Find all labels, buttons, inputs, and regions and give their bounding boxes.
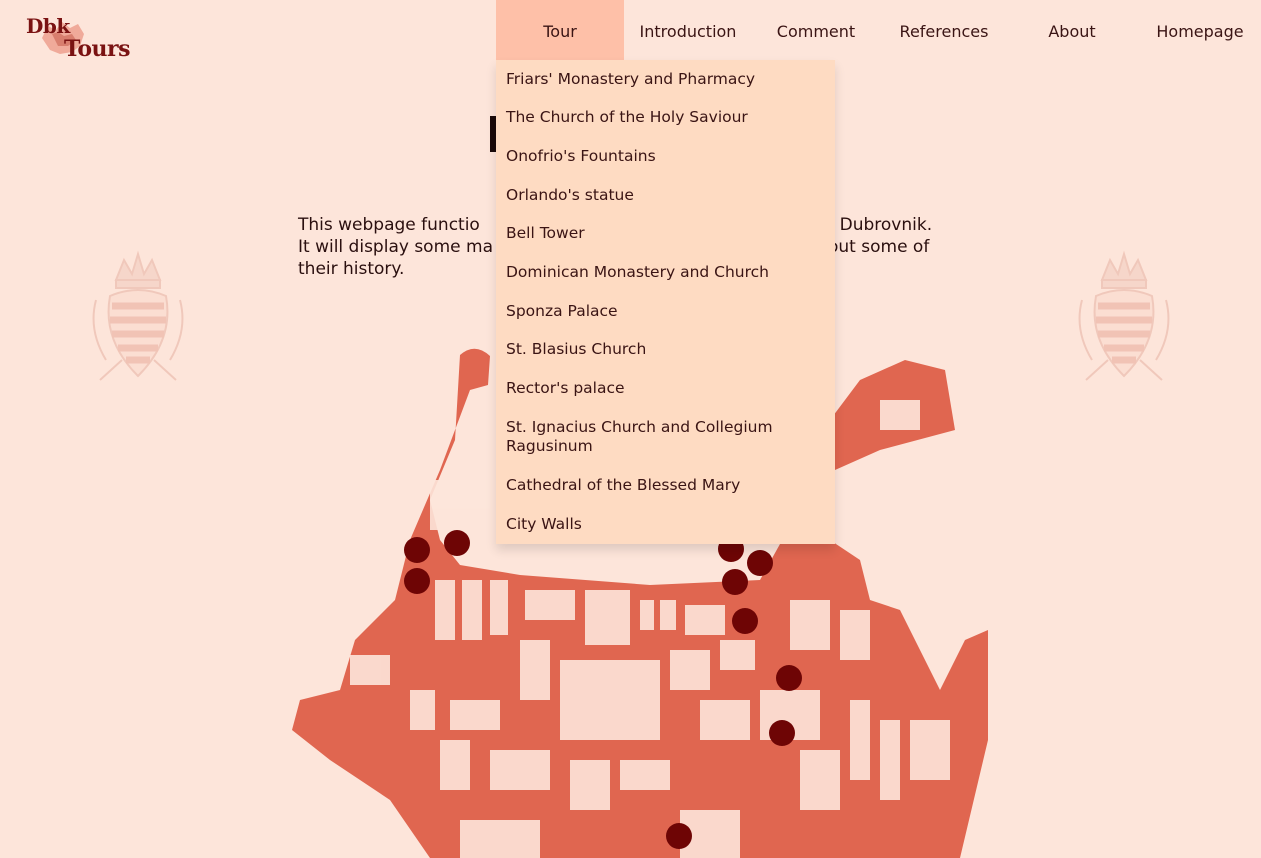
dropdown-item-city-walls[interactable]: City Walls (506, 515, 826, 534)
dropdown-item-bell-tower[interactable]: Bell Tower (506, 224, 826, 243)
nav-homepage[interactable]: Homepage (1136, 0, 1261, 62)
dropdown-item-sponza-palace[interactable]: Sponza Palace (506, 302, 826, 321)
intro-line2-end: out some of (828, 237, 930, 257)
dropdown-item-onofrios-fountains[interactable]: Onofrio's Fountains (506, 147, 826, 166)
dropdown-item-dominican-monastery[interactable]: Dominican Monastery and Church (506, 263, 826, 282)
dropdown-item-friars-monastery[interactable]: Friars' Monastery and Pharmacy (506, 70, 826, 89)
tour-dropdown-menu: Friars' Monastery and Pharmacy The Churc… (496, 60, 835, 544)
intro-line1-start: This webpage functio (298, 215, 480, 235)
nav-about[interactable]: About (1008, 0, 1136, 62)
nav-tour[interactable]: Tour (496, 0, 624, 62)
coat-of-arms-left-icon (92, 250, 184, 381)
logo-text-line1: Dbk (26, 14, 70, 38)
dropdown-item-rectors-palace[interactable]: Rector's palace (506, 379, 826, 398)
dropdown-item-cathedral[interactable]: Cathedral of the Blessed Mary (506, 476, 826, 495)
nav-comment[interactable]: Comment (752, 0, 880, 62)
intro-line2-start: It will display some ma (298, 237, 493, 257)
site-logo[interactable]: Dbk Tours (26, 14, 131, 62)
logo-text-line2: Tours (64, 36, 131, 62)
dropdown-item-holy-saviour[interactable]: The Church of the Holy Saviour (506, 108, 826, 127)
nav-introduction[interactable]: Introduction (624, 0, 752, 62)
main-nav: Tour Introduction Comment References Abo… (496, 0, 1261, 62)
coat-of-arms-right-icon (1078, 250, 1170, 381)
dropdown-item-st-ignacius-church[interactable]: St. Ignacius Church and Collegium Ragusi… (506, 418, 826, 456)
dropdown-item-orlandos-statue[interactable]: Orlando's statue (506, 186, 826, 205)
dropdown-item-st-blasius-church[interactable]: St. Blasius Church (506, 340, 826, 359)
nav-references[interactable]: References (880, 0, 1008, 62)
